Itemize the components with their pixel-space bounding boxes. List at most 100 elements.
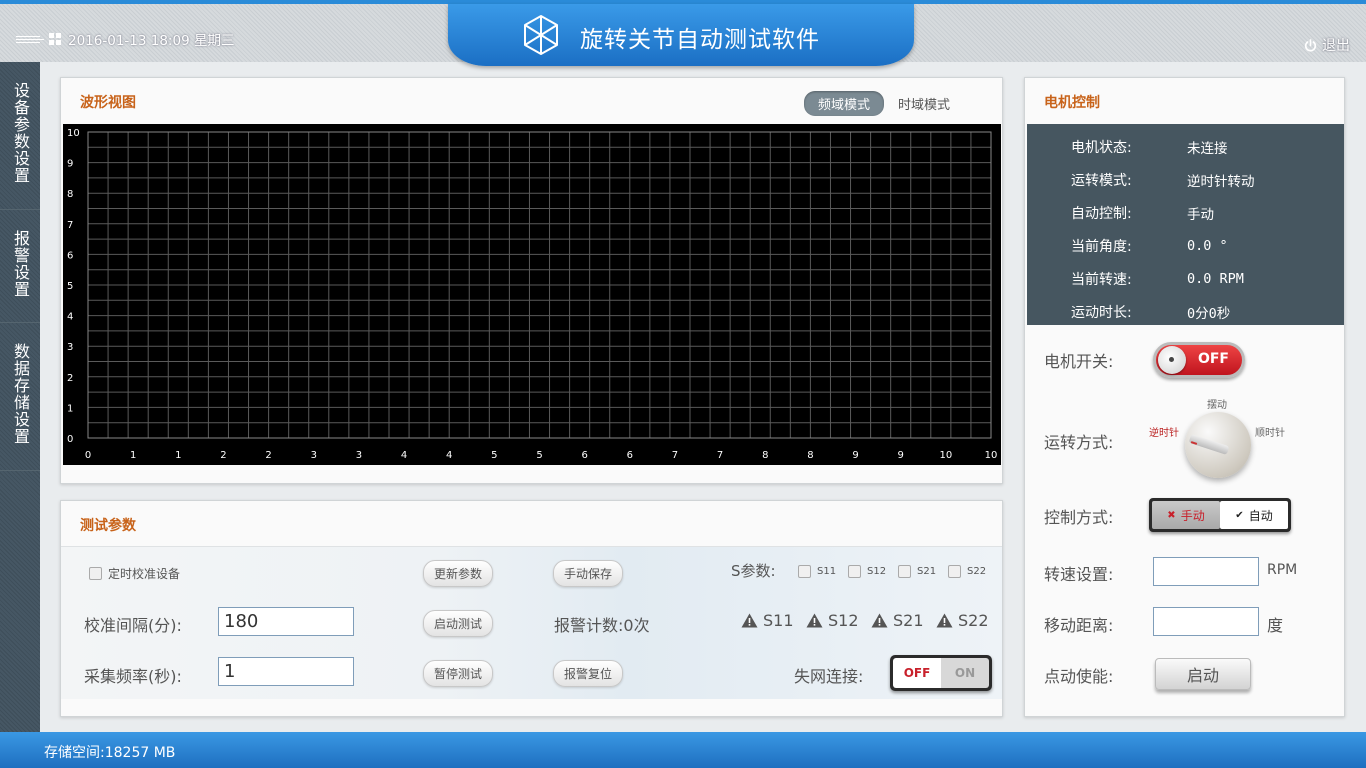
s-param-label: S22 xyxy=(967,566,987,577)
status-row: 自动控制: 手动 xyxy=(1027,196,1344,229)
alarm-label: S22 xyxy=(958,611,989,630)
s11-checkbox[interactable]: S11 xyxy=(798,565,836,578)
checkbox-box xyxy=(798,565,811,578)
status-value: 0分0秒 xyxy=(1187,305,1231,322)
knob-swing-label: 摆动 xyxy=(1207,400,1227,411)
sample-freq-input[interactable] xyxy=(218,657,354,686)
motor-switch-label: 电机开关: xyxy=(1044,352,1114,371)
x-icon: ✖ xyxy=(1167,509,1176,521)
status-value: 0.0 RPM xyxy=(1187,270,1244,287)
logout-button[interactable]: 退出 xyxy=(1304,35,1350,55)
tab-time-mode[interactable]: 时域模式 xyxy=(884,91,964,116)
alarm-s12: S12 xyxy=(806,611,859,630)
knob-cw-label: 顺时针 xyxy=(1255,428,1285,439)
calibrate-checkbox[interactable]: 定时校准设备 xyxy=(89,565,180,582)
distance-label: 移动距离: xyxy=(1044,616,1114,635)
network-toggle[interactable]: OFF ON xyxy=(890,655,992,691)
storage-space: 存储空间:18257 MB xyxy=(44,745,176,761)
status-key: 当前转速: xyxy=(1071,271,1132,288)
motor-power-switch[interactable]: OFF xyxy=(1153,342,1245,378)
y-tick-label: 1 xyxy=(67,403,73,414)
alarm-s11: S11 xyxy=(741,611,794,630)
alarm-reset-button[interactable]: 报警复位 xyxy=(553,660,624,687)
status-key: 运转模式: xyxy=(1071,172,1132,189)
control-mode-label: 控制方式: xyxy=(1044,508,1114,527)
x-tick-label: 8 xyxy=(807,450,813,461)
power-icon xyxy=(1304,38,1317,52)
x-tick-label: 7 xyxy=(717,450,723,461)
sample-freq-label: 采集频率(秒): xyxy=(84,667,182,686)
speed-unit: RPM xyxy=(1267,562,1298,578)
calib-interval-label: 校准间隔(分): xyxy=(84,616,182,635)
tab-frequency-mode[interactable]: 频域模式 xyxy=(803,91,884,116)
x-tick-label: 3 xyxy=(356,450,362,461)
motor-panel-title: 电机控制 xyxy=(1044,95,1100,111)
y-tick-label: 5 xyxy=(67,281,73,292)
waveform-chart-svg: 0 1 2 3 4 5 6 7 8 9 10 0 1 1 2 2 3 3 4 4 5 5 6 6 7 7 8 8 9 9 10 10 xyxy=(67,128,997,461)
speed-input[interactable] xyxy=(1153,557,1259,586)
distance-unit: 度 xyxy=(1267,616,1284,635)
start-test-button[interactable]: 启动测试 xyxy=(423,610,494,637)
datetime-text: 2016-01-13 18:09 星期三 xyxy=(68,33,235,49)
distance-input[interactable] xyxy=(1153,607,1259,636)
control-manual-option[interactable]: ✖ 手动 xyxy=(1152,501,1220,529)
s22-checkbox[interactable]: S22 xyxy=(948,565,986,578)
y-tick-label: 6 xyxy=(67,250,73,261)
x-tick-label: 9 xyxy=(852,450,858,461)
switch-knob-icon xyxy=(1158,346,1186,374)
x-tick-label: 8 xyxy=(762,450,768,461)
y-tick-label: 7 xyxy=(67,220,73,231)
test-params-panel: 测试参数 定时校准设备 更新参数 手动保存 S参数: S11 S12 S21 S… xyxy=(60,500,1003,717)
motor-control-panel: 电机控制 电机状态: 未连接 运转模式: 逆时针转动 自动控制: 手动 当前角度: 0.… xyxy=(1024,77,1345,717)
x-tick-label: 2 xyxy=(220,450,226,461)
x-tick-label: 4 xyxy=(446,450,452,461)
warning-icon xyxy=(936,613,953,628)
jog-start-button[interactable]: 启动 xyxy=(1155,658,1251,690)
control-auto-option[interactable]: ✔ 自动 xyxy=(1220,501,1288,529)
wave-panel-title: 波形视图 xyxy=(80,95,136,111)
status-key: 电机状态: xyxy=(1071,139,1132,156)
network-off-label: OFF xyxy=(893,658,941,688)
update-params-button[interactable]: 更新参数 xyxy=(423,560,494,587)
rotation-mode-knob[interactable]: 逆时针 摆动 顺时针 xyxy=(1149,394,1299,484)
sidebar-item-data-storage[interactable]: 数据存储设置 xyxy=(0,323,40,471)
x-tick-label: 2 xyxy=(265,450,271,461)
wave-panel: 波形视图 频域模式 时域模式 0 1 2 3 4 5 6 7 8 9 10 0 1 1 2 2 3 3 4 4 5 5 6 6… xyxy=(60,77,1003,484)
app-title: 旋转关节自动测试软件 xyxy=(580,27,820,53)
status-key: 当前角度: xyxy=(1071,238,1132,255)
s21-checkbox[interactable]: S21 xyxy=(898,565,936,578)
x-tick-label: 3 xyxy=(311,450,317,461)
sidebar-item-label: 数据存储设置 xyxy=(11,343,30,445)
test-params-header: 测试参数 xyxy=(61,501,1002,547)
network-toggle-inner: OFF ON xyxy=(893,658,989,688)
network-on-label: ON xyxy=(941,658,989,688)
grid-icon xyxy=(49,33,61,45)
jog-enable-label: 点动使能: xyxy=(1044,667,1114,686)
y-tick-label: 10 xyxy=(67,128,80,139)
manual-save-button[interactable]: 手动保存 xyxy=(553,560,624,587)
checkbox-box xyxy=(898,565,911,578)
lines-decoration-icon xyxy=(16,35,44,43)
sidebar-item-device-params[interactable]: 设备参数设置 xyxy=(0,62,40,210)
warning-icon xyxy=(741,613,758,628)
y-tick-label: 0 xyxy=(67,434,73,445)
calib-interval-input[interactable] xyxy=(218,607,354,636)
rotary-knob-icon xyxy=(1185,412,1251,478)
pause-test-button[interactable]: 暂停测试 xyxy=(423,660,494,687)
warning-icon xyxy=(871,613,888,628)
control-auto-label: 自动 xyxy=(1248,508,1273,523)
status-key: 运动时长: xyxy=(1071,304,1132,321)
knob-ccw-label: 逆时针 xyxy=(1149,428,1179,439)
y-tick-label: 4 xyxy=(67,312,73,323)
x-tick-label: 6 xyxy=(627,450,633,461)
sidebar-item-alarm[interactable]: 报警设置 xyxy=(0,210,40,323)
alarm-s21: S21 xyxy=(871,611,924,630)
s12-checkbox[interactable]: S12 xyxy=(848,565,886,578)
alarm-label: S21 xyxy=(893,611,924,630)
calibrate-checkbox-label: 定时校准设备 xyxy=(108,567,181,581)
header-datetime: 2016-01-13 18:09 星期三 xyxy=(16,29,234,49)
sidebar: 设备参数设置 报警设置 数据存储设置 xyxy=(0,62,40,732)
alarm-s22: S22 xyxy=(936,611,989,630)
status-value: 逆时针转动 xyxy=(1187,173,1255,190)
checkbox-box xyxy=(848,565,861,578)
